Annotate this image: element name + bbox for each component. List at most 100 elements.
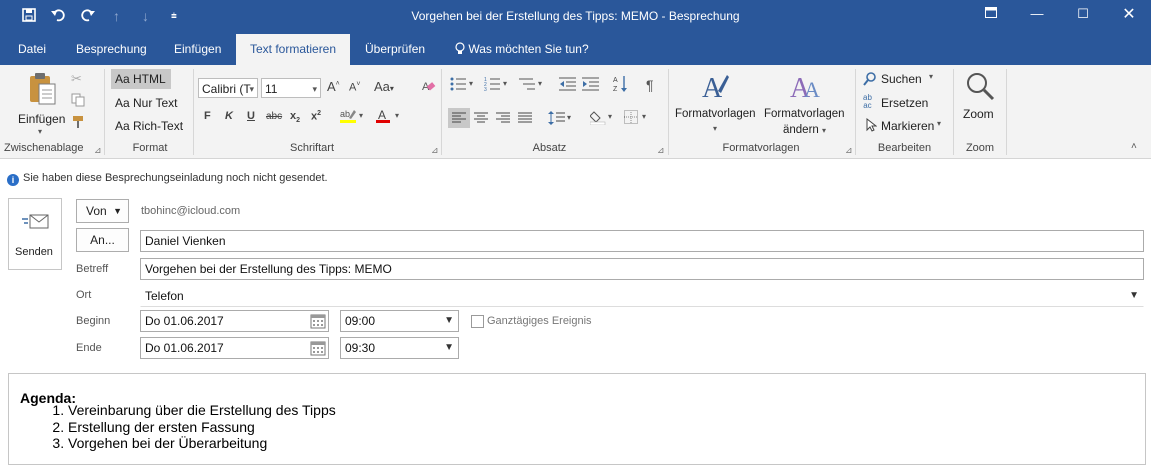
strikethrough-icon[interactable]: abc xyxy=(266,111,282,122)
end-date-field[interactable]: Do 01.06.2017 xyxy=(140,337,329,359)
end-time-value: 09:30 xyxy=(345,341,376,355)
chevron-down-icon[interactable]: ▼ xyxy=(444,311,454,331)
start-date-field[interactable]: Do 01.06.2017 xyxy=(140,310,329,332)
format-painter-icon[interactable] xyxy=(71,115,85,132)
chevron-down-icon[interactable]: ▼ xyxy=(444,338,454,358)
clipboard-launcher-icon[interactable]: ⊿ xyxy=(94,145,102,156)
styles-launcher-icon[interactable]: ⊿ xyxy=(845,145,853,156)
select-button[interactable]: Markieren ▾ xyxy=(863,117,951,135)
replace-button[interactable]: ab ac Ersetzen xyxy=(863,94,943,112)
location-field[interactable]: Telefon ▼ xyxy=(140,285,1144,307)
clear-formatting-icon[interactable]: A xyxy=(422,79,436,96)
end-label: Ende xyxy=(76,342,102,354)
group-label-paragraph: Absatz xyxy=(532,142,567,154)
find-button[interactable]: Suchen ▾ xyxy=(863,71,943,89)
separator xyxy=(855,69,856,155)
title-bar: ↑ ↓ ⩧ Vorgehen bei der Erstellung des Ti… xyxy=(0,0,1151,34)
calendar-icon[interactable] xyxy=(308,338,328,358)
decrease-indent-icon[interactable] xyxy=(559,77,577,94)
underline-icon[interactable]: U xyxy=(247,110,255,122)
font-color-icon[interactable]: A ▾ xyxy=(376,108,402,127)
font-size-value: 11 xyxy=(265,82,278,96)
line-spacing-icon[interactable]: ▾ xyxy=(548,110,574,129)
font-launcher-icon[interactable]: ⊿ xyxy=(431,145,439,156)
tell-me-box[interactable]: Was möchten Sie tun? xyxy=(455,42,589,56)
close-icon[interactable]: ✕ xyxy=(1115,4,1143,24)
location-label: Ort xyxy=(76,289,92,301)
start-time-field[interactable]: 09:00 ▼ xyxy=(340,310,459,332)
end-date-value: Do 01.06.2017 xyxy=(145,341,224,355)
paste-button[interactable]: Einfügen ▾ xyxy=(18,69,65,139)
tab-text-formatieren[interactable]: Text formatieren xyxy=(236,34,351,65)
align-right-icon[interactable] xyxy=(496,111,510,128)
start-time-value: 09:00 xyxy=(345,314,376,328)
format-plain-button[interactable]: Aa Nur Text xyxy=(115,96,177,110)
group-label-clipboard: Zwischenablage xyxy=(4,142,84,154)
multilevel-list-icon[interactable]: ▾ xyxy=(519,77,545,94)
shading-icon[interactable]: ▾ xyxy=(589,109,616,128)
chevron-down-icon[interactable]: ▼ xyxy=(1129,286,1139,306)
minimize-icon[interactable]: — xyxy=(1023,6,1051,26)
zoom-label: Zoom xyxy=(963,107,994,121)
to-button[interactable]: An... xyxy=(76,228,129,252)
select-label: Markieren xyxy=(881,119,935,133)
search-icon xyxy=(863,72,877,89)
numbering-icon[interactable]: 1 2 3 ▾ xyxy=(484,77,510,94)
justify-icon[interactable] xyxy=(518,111,532,128)
align-center-icon[interactable] xyxy=(474,111,488,128)
align-left-button[interactable] xyxy=(448,108,470,128)
separator xyxy=(668,69,669,155)
from-button[interactable]: Von ▼ xyxy=(76,199,129,223)
to-field[interactable]: Daniel Vienken xyxy=(140,230,1144,252)
format-rich-button[interactable]: Aa Rich-Text xyxy=(115,119,183,133)
chevron-down-icon: ▾ xyxy=(312,84,317,94)
replace-icon: ab ac xyxy=(863,93,872,110)
format-html-button[interactable]: Aa HTML xyxy=(111,69,171,89)
copy-icon[interactable] xyxy=(71,93,85,110)
change-styles-button[interactable]: AA Formatvorlagen ändern ▾ xyxy=(762,67,850,139)
collapse-ribbon-icon[interactable]: ˄ xyxy=(1131,141,1137,152)
highlight-icon[interactable]: ab ▾ xyxy=(340,108,366,127)
cut-icon[interactable]: ✂ xyxy=(71,71,82,87)
font-size-combo[interactable]: 11 ▾ xyxy=(261,78,321,98)
shrink-font-icon[interactable]: A˅ xyxy=(349,81,360,94)
bullets-icon[interactable]: ▾ xyxy=(450,77,476,94)
ribbon-tabs: Datei Besprechung Einfügen Text formatie… xyxy=(0,34,1151,65)
font-family-combo[interactable]: Calibri (T ▾ xyxy=(198,78,258,98)
svg-text:A: A xyxy=(804,77,820,102)
tab-ueberpruefen[interactable]: Überprüfen xyxy=(365,42,425,56)
calendar-icon[interactable] xyxy=(308,311,328,331)
zoom-button[interactable]: Zoom xyxy=(958,69,1002,139)
group-label-format: Format xyxy=(132,142,168,154)
svg-text:ab: ab xyxy=(340,109,350,119)
sort-icon[interactable]: AZ xyxy=(613,75,629,96)
replace-label: Ersetzen xyxy=(881,96,929,110)
send-button[interactable]: Senden xyxy=(8,198,62,270)
tab-datei[interactable]: Datei xyxy=(18,42,46,56)
end-time-field[interactable]: 09:30 ▼ xyxy=(340,337,459,359)
borders-icon[interactable]: ▾ xyxy=(624,110,650,127)
increase-indent-icon[interactable] xyxy=(582,77,600,94)
paragraph-launcher-icon[interactable]: ⊿ xyxy=(657,145,665,156)
tab-einfuegen[interactable]: Einfügen xyxy=(174,42,221,56)
svg-text:Z: Z xyxy=(613,86,618,93)
allday-label: Ganztägiges Ereignis xyxy=(487,315,592,327)
message-body[interactable]: Agenda: Vereinbarung über die Erstellung… xyxy=(8,373,1146,465)
magnifier-icon xyxy=(965,71,995,104)
ribbon-display-icon[interactable] xyxy=(977,6,1005,26)
lightbulb-icon xyxy=(455,42,468,56)
grow-font-icon[interactable]: A˄ xyxy=(327,79,340,94)
subscript-icon[interactable]: x2 xyxy=(290,110,300,124)
show-formatting-icon[interactable]: ¶ xyxy=(646,77,654,93)
agenda-list: Vereinbarung über die Erstellung des Tip… xyxy=(33,402,336,452)
change-case-icon[interactable]: Aa▾ xyxy=(374,79,394,94)
chevron-down-icon: ▾ xyxy=(713,124,718,133)
subject-field[interactable]: Vorgehen bei der Erstellung des Tipps: M… xyxy=(140,258,1144,280)
italic-icon[interactable]: K xyxy=(225,110,233,122)
maximize-icon[interactable]: ☐ xyxy=(1069,6,1097,26)
superscript-icon[interactable]: x2 xyxy=(311,110,321,123)
allday-checkbox[interactable] xyxy=(471,315,484,328)
tab-besprechung[interactable]: Besprechung xyxy=(76,42,147,56)
style-sets-button[interactable]: A Formatvorlagen ▾ xyxy=(672,67,760,139)
bold-icon[interactable]: F xyxy=(204,110,211,122)
